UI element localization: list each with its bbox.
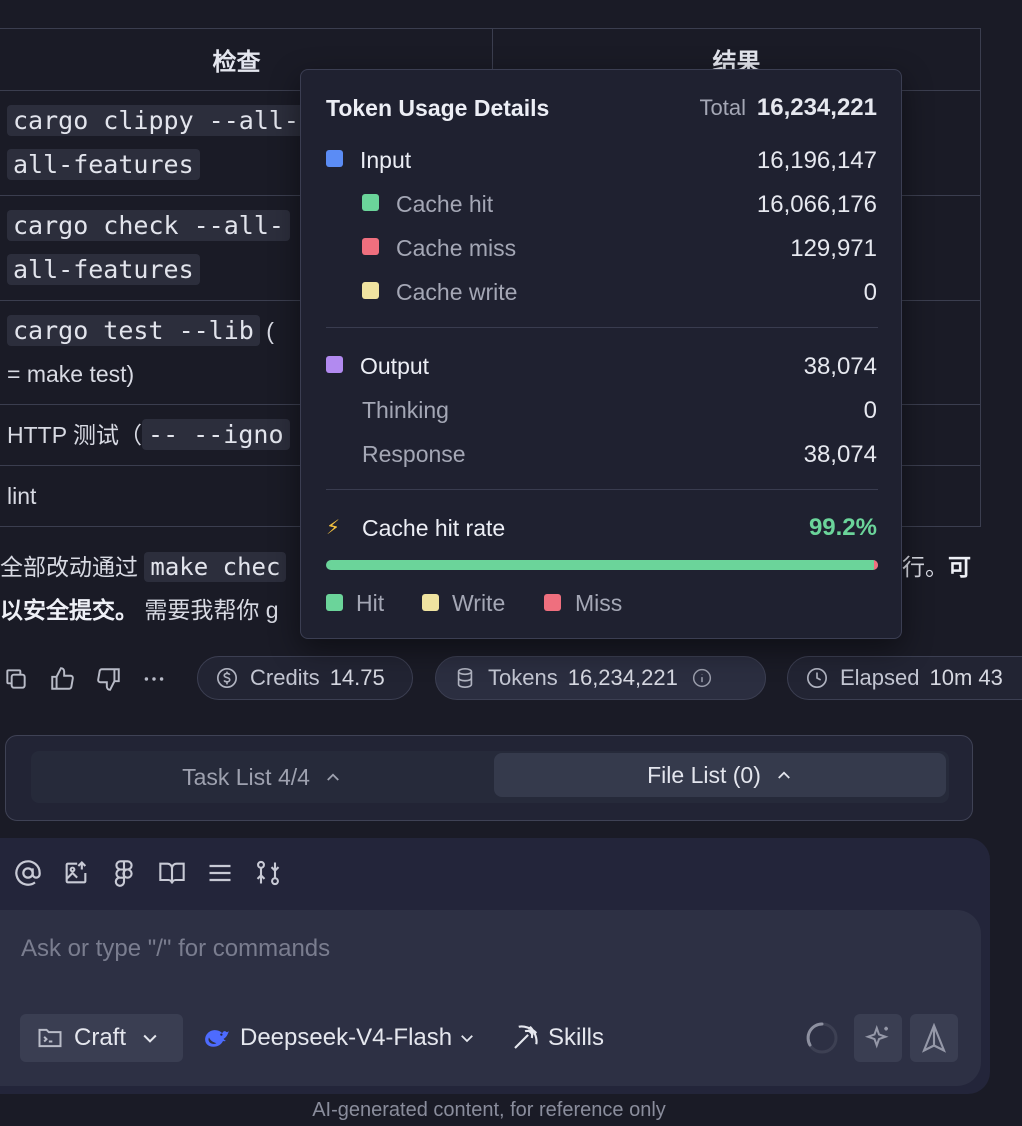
- inline-code: all-features: [7, 254, 200, 285]
- cache-miss-label: Cache miss: [396, 235, 517, 261]
- summary-text: 全部改动通过: [0, 554, 145, 580]
- mode-label: Craft: [74, 1024, 127, 1051]
- more-icon[interactable]: [141, 666, 167, 692]
- inline-code: -- --igno: [142, 419, 290, 450]
- cache-rate-bar: [326, 560, 878, 570]
- list-switcher: Task List 4/4 File List (0): [5, 735, 973, 821]
- send-icon: [921, 1023, 947, 1053]
- thinking-label: Thinking: [362, 397, 449, 423]
- skills-label: Skills: [548, 1024, 605, 1051]
- elapsed-pill[interactable]: Elapsed 10m 43: [787, 656, 1022, 700]
- legend-miss: Miss: [575, 590, 623, 616]
- chevron-down-icon: [143, 1034, 157, 1043]
- cell-text: lint: [7, 482, 37, 509]
- cache-rate-value: 99.2%: [808, 514, 877, 541]
- input-value: 16,196,147: [756, 147, 877, 174]
- response-value: 38,074: [803, 441, 877, 468]
- cell-text: = make test): [7, 361, 135, 387]
- lightning-icon: ⚡: [326, 517, 341, 539]
- book-icon[interactable]: [158, 859, 186, 887]
- legend-hit: Hit: [356, 590, 385, 616]
- chevron-down-icon: [461, 1035, 473, 1043]
- cache-rate-bar-miss: [873, 560, 878, 570]
- git-compare-icon[interactable]: [254, 859, 282, 887]
- cache-rate-label: Cache hit rate: [362, 515, 506, 541]
- chevron-up-icon: [777, 771, 790, 779]
- thumbs-up-icon[interactable]: [49, 666, 75, 692]
- cache-hit-swatch: [362, 194, 379, 211]
- loading-spinner-icon: [806, 1022, 838, 1054]
- summary-tail: 行。可: [902, 554, 971, 580]
- output-label: Output: [360, 353, 430, 379]
- summary-text: 需要我帮你 g: [138, 597, 279, 623]
- total-label: Total: [699, 95, 746, 120]
- mode-selector[interactable]: Craft: [20, 1014, 183, 1062]
- sparkle-icon: [864, 1024, 889, 1049]
- clock-icon: [807, 668, 827, 688]
- cache-write-value: 0: [863, 279, 877, 306]
- popover-title: Token Usage Details: [326, 95, 550, 121]
- credits-label: Credits: [250, 665, 320, 690]
- legend-write: Write: [452, 590, 506, 616]
- database-icon: [457, 668, 473, 688]
- divider: [326, 327, 878, 328]
- token-usage-popover: Token Usage Details Total 16,234,221 Inp…: [300, 69, 902, 639]
- deepseek-whale-icon: [205, 1030, 229, 1047]
- list-icon[interactable]: [206, 859, 234, 887]
- ai-disclaimer: AI-generated content, for reference only: [312, 1099, 666, 1121]
- cell-text: HTTP 测试（: [7, 422, 143, 448]
- cache-hit-value: 16,066,176: [756, 191, 877, 218]
- cache-hit-label: Cache hit: [396, 191, 494, 217]
- output-value: 38,074: [803, 353, 877, 380]
- tokens-value: 16,234,221: [567, 665, 678, 690]
- file-list-label: File List (0): [647, 761, 761, 788]
- legend-hit-swatch: [326, 594, 343, 611]
- copy-icon[interactable]: [3, 666, 29, 692]
- enhance-prompt-button[interactable]: [854, 1014, 902, 1062]
- pickaxe-icon: [514, 1025, 538, 1049]
- tokens-pill[interactable]: Tokens 16,234,221: [435, 656, 766, 700]
- inline-code: make chec: [144, 552, 287, 582]
- tokens-label: Tokens: [488, 665, 558, 690]
- inline-code: cargo clippy --all-: [7, 105, 305, 136]
- model-label: Deepseek-V4-Flash: [240, 1024, 453, 1051]
- terminal-folder-icon: [38, 1028, 62, 1048]
- task-list-tab[interactable]: Task List 4/4: [31, 751, 493, 803]
- legend-write-swatch: [422, 594, 439, 611]
- input-label: Input: [360, 147, 412, 173]
- prompt-input[interactable]: Ask or type "/" for commands: [21, 935, 330, 963]
- info-icon[interactable]: [692, 668, 712, 688]
- inline-code: all-features: [7, 149, 200, 180]
- input-swatch: [326, 150, 343, 167]
- image-upload-icon[interactable]: [62, 859, 90, 887]
- file-list-tab[interactable]: File List (0): [494, 753, 946, 797]
- thinking-value: 0: [863, 397, 877, 424]
- thumbs-down-icon[interactable]: [96, 666, 122, 692]
- inline-code: cargo check --all-: [7, 210, 290, 241]
- skills-button[interactable]: Skills: [510, 1014, 604, 1062]
- output-swatch: [326, 356, 343, 373]
- elapsed-label: Elapsed: [840, 665, 920, 690]
- cache-miss-swatch: [362, 238, 379, 255]
- cache-write-label: Cache write: [396, 279, 518, 305]
- cache-write-swatch: [362, 282, 379, 299]
- response-label: Response: [362, 441, 466, 467]
- dollar-icon: [217, 668, 237, 688]
- cell-text: (: [259, 318, 274, 344]
- total-value: 16,234,221: [756, 94, 877, 121]
- send-button[interactable]: [910, 1014, 958, 1062]
- figma-icon[interactable]: [110, 859, 138, 887]
- inline-code: cargo test --lib: [7, 315, 260, 346]
- at-icon[interactable]: [14, 859, 42, 887]
- divider: [326, 489, 878, 490]
- summary-bold: 以安全提交。: [0, 597, 138, 623]
- task-list-label: Task List 4/4: [182, 763, 310, 790]
- legend-miss-swatch: [544, 594, 561, 611]
- elapsed-value: 10m 43: [929, 665, 1003, 690]
- credits-value: 14.75: [329, 665, 385, 690]
- credits-pill[interactable]: Credits 14.75: [197, 656, 413, 700]
- model-selector[interactable]: Deepseek-V4-Flash: [202, 1014, 476, 1062]
- cache-miss-value: 129,971: [790, 235, 877, 262]
- chevron-up-icon: [327, 773, 339, 781]
